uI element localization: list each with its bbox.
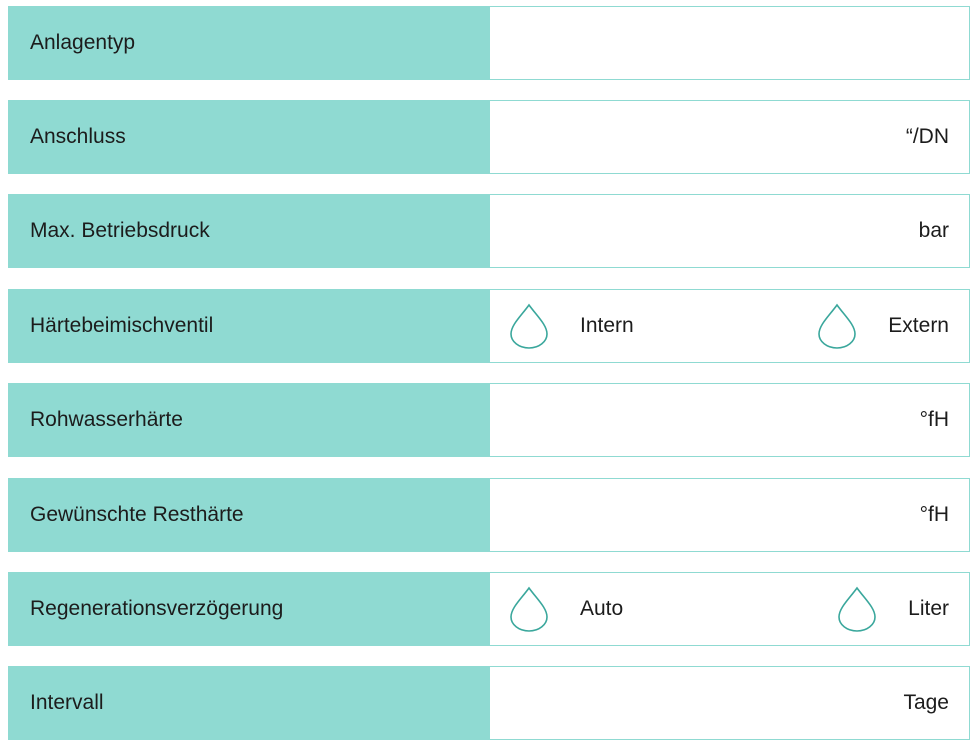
- row-anschluss: Anschluss “/DN: [8, 100, 970, 174]
- option-label: Intern: [580, 314, 634, 337]
- option-label: Extern: [888, 314, 949, 337]
- row-rohwasserhaerte: Rohwasserhärte °fH: [8, 383, 970, 457]
- field-label: Gewünschte Resthärte: [8, 478, 490, 552]
- anschluss-field[interactable]: “/DN: [490, 100, 970, 174]
- betriebsdruck-field[interactable]: bar: [490, 194, 970, 268]
- unit-label: Tage: [903, 691, 949, 714]
- unit-label: “/DN: [905, 125, 949, 148]
- field-label: Härtebeimischventil: [8, 289, 490, 363]
- option-label: Liter: [908, 597, 949, 620]
- unit-label: °fH: [919, 503, 949, 526]
- field-label: Intervall: [8, 666, 490, 740]
- intervall-field[interactable]: Tage: [490, 666, 970, 740]
- option-auto[interactable]: Auto: [508, 585, 623, 633]
- row-resthaerte: Gewünschte Resthärte °fH: [8, 478, 970, 552]
- option-label: Auto: [580, 597, 624, 620]
- haertebeimischventil-options: Intern Extern: [490, 289, 970, 363]
- field-label: Anlagentyp: [8, 6, 490, 80]
- drop-icon[interactable]: [816, 302, 858, 350]
- field-label: Regenerationsverzögerung: [8, 572, 490, 646]
- row-intervall: Intervall Tage: [8, 666, 970, 740]
- unit-label: bar: [918, 219, 949, 242]
- anlagentyp-field[interactable]: [490, 6, 970, 80]
- row-betriebsdruck: Max. Betriebsdruck bar: [8, 194, 970, 268]
- rohwasserhaerte-field[interactable]: °fH: [490, 383, 970, 457]
- regenerationsverzoegerung-options: Auto Liter: [490, 572, 970, 646]
- row-regenerationsverzoegerung: Regenerationsverzögerung Auto Liter: [8, 572, 970, 646]
- unit-label: °fH: [919, 408, 949, 431]
- drop-icon[interactable]: [836, 585, 878, 633]
- option-intern[interactable]: Intern: [508, 302, 634, 350]
- resthaerte-field[interactable]: °fH: [490, 478, 970, 552]
- row-haertebeimischventil: Härtebeimischventil Intern Extern: [8, 289, 970, 363]
- field-label: Anschluss: [8, 100, 490, 174]
- row-anlagentyp: Anlagentyp: [8, 6, 970, 80]
- option-liter[interactable]: Liter: [836, 585, 949, 633]
- drop-icon[interactable]: [508, 302, 550, 350]
- field-label: Rohwasserhärte: [8, 383, 490, 457]
- drop-icon[interactable]: [508, 585, 550, 633]
- option-extern[interactable]: Extern: [816, 302, 949, 350]
- field-label: Max. Betriebsdruck: [8, 194, 490, 268]
